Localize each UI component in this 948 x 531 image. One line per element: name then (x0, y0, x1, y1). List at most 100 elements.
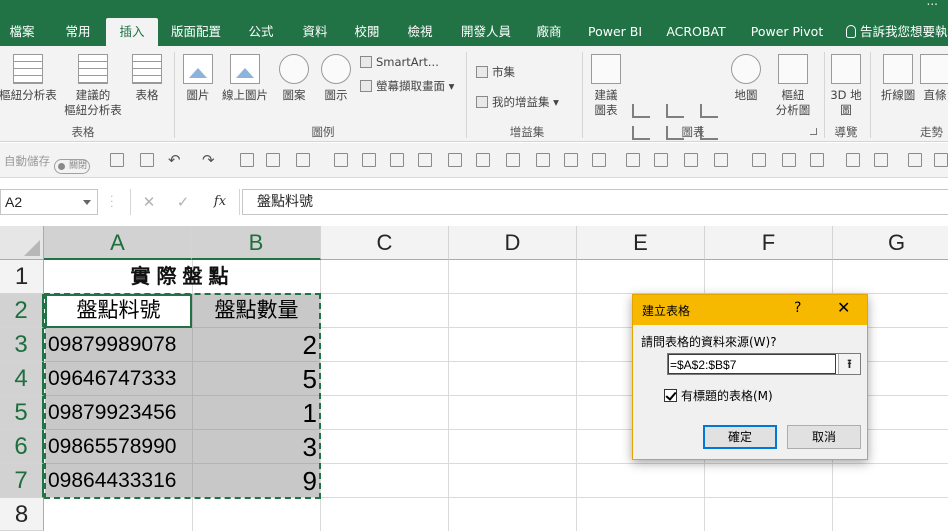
formula-input[interactable]: 盤點料號 (242, 189, 948, 215)
screenshot-button[interactable]: 螢幕擷取畫面 ▾ (360, 78, 454, 94)
cell-a2[interactable]: 盤點料號 (45, 294, 192, 328)
cell-b2[interactable]: 盤點數量 (193, 294, 320, 328)
save-icon[interactable] (110, 153, 124, 167)
tab-developer[interactable]: 開發人員 (454, 18, 518, 46)
column-header-b[interactable]: B (192, 226, 321, 260)
column-header-e[interactable]: E (577, 226, 705, 260)
autosave-switch[interactable]: 關閉 (54, 159, 90, 174)
autosave-toggle[interactable]: 自動儲存 關閉 (4, 153, 90, 174)
pivot-chart-button[interactable]: 樞紐 分析圖 (766, 54, 820, 118)
column-header-d[interactable]: D (449, 226, 577, 260)
tab-view[interactable]: 檢視 (396, 18, 444, 46)
row-header-7[interactable]: 7 (0, 464, 44, 498)
icons-button[interactable]: 圖示 (318, 54, 354, 103)
help-icon[interactable]: ? (794, 300, 801, 316)
more-icon[interactable] (934, 153, 948, 167)
cell-a6[interactable]: 09865578990 (48, 430, 192, 464)
sort-icon[interactable] (506, 153, 520, 167)
document-icon[interactable] (714, 153, 728, 167)
collapse-dialog-icon[interactable]: ⭱ (838, 354, 860, 374)
cell-b3[interactable]: 2 (193, 328, 317, 362)
tab-page-layout[interactable]: 版面配置 (164, 18, 228, 46)
table-icon[interactable] (846, 153, 860, 167)
align-icon[interactable] (908, 153, 922, 167)
tab-review[interactable]: 校閱 (344, 18, 390, 46)
smartart-button[interactable]: SmartArt... (360, 54, 439, 70)
copy-icon[interactable] (592, 153, 606, 167)
row-header-5[interactable]: 5 (0, 396, 44, 430)
tab-insert[interactable]: 插入 (106, 18, 158, 46)
open-file-icon[interactable] (266, 153, 280, 167)
undo-icon[interactable]: ↶ (168, 153, 182, 168)
borders-icon[interactable] (684, 153, 698, 167)
charts-dialog-launcher-icon[interactable] (810, 128, 817, 135)
picture-icon[interactable] (626, 153, 640, 167)
paste-icon[interactable] (564, 153, 578, 167)
my-addins-button[interactable]: 我的增益集 ▾ (476, 94, 559, 110)
has-headers-checkbox[interactable]: 有標題的表格(M) (664, 387, 773, 404)
tab-data[interactable]: 資料 (290, 18, 340, 46)
insert-function-icon[interactable]: fx (206, 190, 234, 214)
cell-a5[interactable]: 09879923456 (48, 396, 192, 430)
delete-icon[interactable] (390, 153, 404, 167)
eraser-icon[interactable] (536, 153, 550, 167)
sparkline-column-button[interactable]: 直條 (920, 54, 948, 103)
cancel-button[interactable]: 取消 (787, 425, 861, 449)
tab-vendor[interactable]: 廠商 (526, 18, 572, 46)
cell-a1-title[interactable]: 實際盤點 (45, 261, 320, 293)
pictures-button[interactable]: 圖片 (180, 54, 216, 103)
color-icon[interactable] (654, 153, 668, 167)
shape-icon[interactable] (874, 153, 888, 167)
indent-icon[interactable] (810, 153, 824, 167)
grid-icon[interactable] (782, 153, 796, 167)
confirm-entry-icon[interactable]: ✓ (172, 190, 194, 214)
fill-icon[interactable] (476, 153, 490, 167)
tab-file[interactable]: 檔案 (0, 18, 44, 46)
tab-power-pivot[interactable]: Power Pivot (744, 18, 830, 46)
ok-button[interactable]: 確定 (703, 425, 777, 449)
row-header-1[interactable]: 1 (0, 260, 44, 294)
row-header-4[interactable]: 4 (0, 362, 44, 396)
column-header-c[interactable]: C (321, 226, 449, 260)
chart-icon[interactable] (448, 153, 462, 167)
online-pictures-button[interactable]: 線上圖片 (218, 54, 272, 103)
row-header-3[interactable]: 3 (0, 328, 44, 362)
column-header-f[interactable]: F (705, 226, 833, 260)
cell-b6[interactable]: 3 (193, 430, 317, 464)
print-preview-icon[interactable] (362, 153, 376, 167)
touch-mode-icon[interactable] (140, 153, 154, 167)
cell-a7[interactable]: 09864433316 (48, 464, 192, 498)
list-icon[interactable] (334, 153, 348, 167)
cell-a3[interactable]: 09879989078 (48, 328, 192, 362)
store-button[interactable]: 市集 (476, 64, 515, 80)
row-header-2[interactable]: 2 (0, 294, 44, 328)
checkbox-checked-icon[interactable] (664, 389, 677, 402)
table-button[interactable]: 表格 (128, 54, 166, 103)
cancel-entry-icon[interactable]: ✕ (138, 190, 160, 214)
format-painter-icon[interactable] (418, 153, 432, 167)
name-box[interactable]: A2 (0, 189, 98, 215)
column-header-g[interactable]: G (833, 226, 948, 260)
source-range-value[interactable]: =$A$2:$B$7 (668, 354, 836, 374)
recommended-pivot-button[interactable]: 建議的 樞紐分析表 (60, 54, 126, 118)
cell-b4[interactable]: 5 (193, 362, 317, 396)
combo-chart-icon[interactable] (700, 104, 718, 118)
chevron-down-icon[interactable] (83, 200, 91, 205)
column-chart-icon[interactable] (632, 104, 650, 118)
shapes-button[interactable]: 圖案 (276, 54, 312, 103)
row-header-6[interactable]: 6 (0, 430, 44, 464)
pivot-table-button[interactable]: 樞紐分析表 (0, 54, 60, 103)
recommended-charts-button[interactable]: 建議 圖表 (588, 54, 624, 118)
cell-a4[interactable]: 09646747333 (48, 362, 192, 396)
select-all-button[interactable] (0, 226, 44, 260)
tab-power-bi[interactable]: Power BI (582, 18, 648, 46)
tab-home[interactable]: 常用 (52, 18, 104, 46)
line-chart-icon[interactable] (632, 126, 650, 140)
column-header-a[interactable]: A (44, 226, 192, 260)
source-range-field[interactable]: =$A$2:$B$7 ⭱ (667, 353, 861, 375)
form-icon[interactable] (296, 153, 310, 167)
tell-me-box[interactable]: 告訴我您想要執 (846, 18, 948, 46)
maps-button[interactable]: 地圖 (728, 54, 764, 103)
redo-icon[interactable]: ↷ (202, 153, 216, 168)
tab-acrobat[interactable]: ACROBAT (660, 18, 732, 46)
